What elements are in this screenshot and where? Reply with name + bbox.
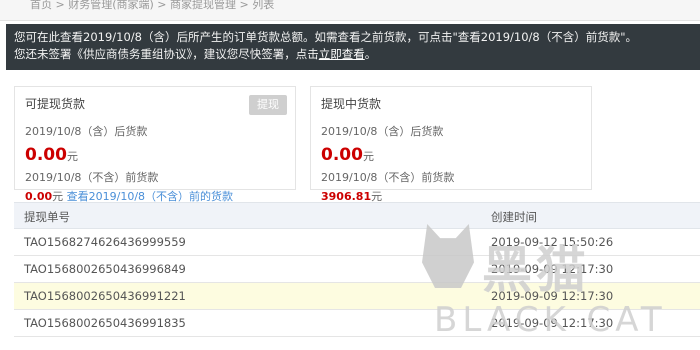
cat-logo-icon xyxy=(422,224,474,288)
withdrawable-after-unit: 元 xyxy=(66,150,78,163)
pending-after-value: 0.00 xyxy=(321,145,363,165)
notice-line-2-prefix: 您还未签署《供应商债务重组协议》，建议您尽快签署，点击 xyxy=(14,47,319,61)
notice-line-1: 您可在此查看2019/10/8（含）后所产生的订单货款总额。如需查看之前货款，可… xyxy=(14,30,638,44)
row-withdrawal-id: TAO1568002650436996849 xyxy=(24,262,186,276)
watermark-en: BLACK CAT xyxy=(434,300,667,340)
withdrawable-after-value: 0.00 xyxy=(25,145,67,165)
withdrawable-after-amount: 0.00元 xyxy=(25,145,78,165)
withdraw-button[interactable]: 提现 xyxy=(249,95,287,115)
pending-title: 提现中货款 xyxy=(321,97,382,111)
black-cat-watermark: 黑猫 BLACK CAT xyxy=(422,224,692,348)
pending-after-unit: 元 xyxy=(362,150,374,163)
pending-before-label: 2019/10/8（不含）前货款 xyxy=(321,171,455,184)
notice-line-2-suffix: 。 xyxy=(364,47,377,61)
pending-card: 提现中货款 2019/10/8（含）后货款 0.00元 2019/10/8（不含… xyxy=(310,86,592,203)
row-withdrawal-id: TAO1568274626436999559 xyxy=(24,235,186,249)
withdrawable-card: 可提现货款 提现 2019/10/8（含）后货款 0.00元 2019/10/8… xyxy=(14,86,296,203)
view-now-link[interactable]: 立即查看 xyxy=(319,47,365,61)
header-withdrawal-id: 提现单号 xyxy=(24,210,70,224)
breadcrumb-text: 首页 > 财务管理(商家端) > 商家提现管理 > 列表 xyxy=(30,0,275,11)
notice-banner: 您可在此查看2019/10/8（含）后所产生的订单货款总额。如需查看之前货款，可… xyxy=(6,24,700,70)
row-withdrawal-id: TAO1568002650436991221 xyxy=(24,289,186,303)
header-created-time: 创建时间 xyxy=(491,210,537,224)
pending-after-label: 2019/10/8（含）后货款 xyxy=(321,125,444,138)
withdrawable-title: 可提现货款 xyxy=(25,97,86,111)
row-withdrawal-id: TAO1568002650436991835 xyxy=(24,316,186,330)
pending-after-amount: 0.00元 xyxy=(321,145,374,165)
breadcrumb: 首页 > 财务管理(商家端) > 商家提现管理 > 列表 xyxy=(0,0,700,21)
withdrawable-before-label: 2019/10/8（不含）前货款 xyxy=(25,171,159,184)
watermark-cn: 黑猫 xyxy=(482,241,590,299)
notice-line-2: 您还未签署《供应商债务重组协议》，建议您尽快签署，点击立即查看。 xyxy=(14,46,690,63)
withdrawable-after-label: 2019/10/8（含）后货款 xyxy=(25,125,148,138)
